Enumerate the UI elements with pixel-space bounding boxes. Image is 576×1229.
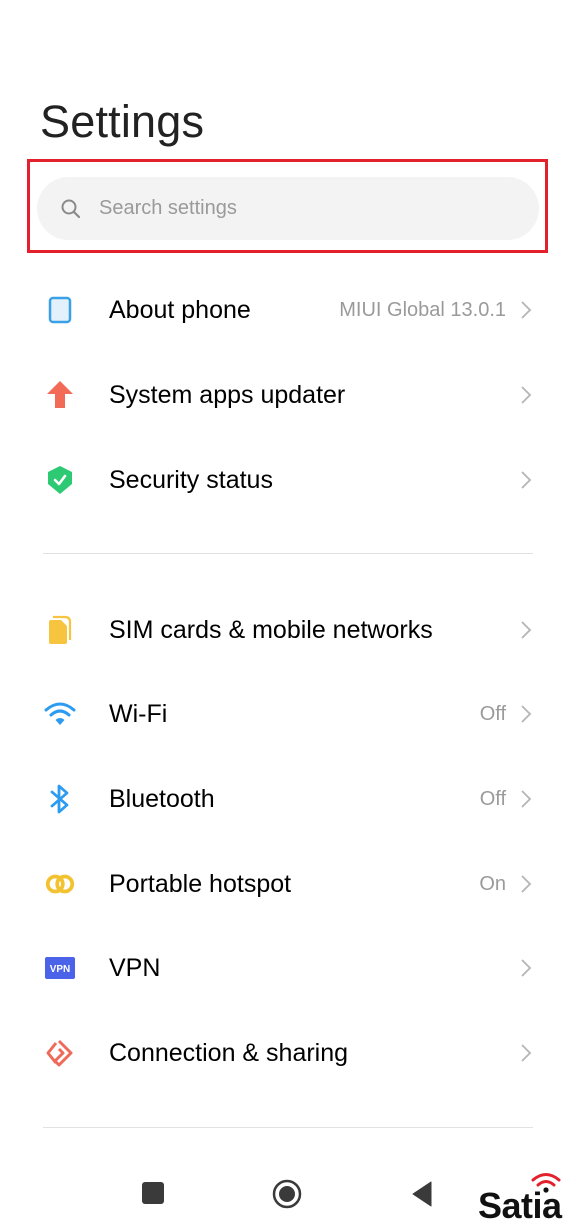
chevron-right-icon bbox=[521, 301, 532, 319]
watermark-logo: Satia bbox=[478, 1171, 574, 1227]
hotspot-link-icon bbox=[44, 868, 76, 900]
settings-item-bluetooth[interactable]: Bluetooth Off bbox=[0, 757, 576, 841]
settings-item-sim-cards[interactable]: SIM cards & mobile networks bbox=[0, 588, 576, 672]
section-divider bbox=[43, 553, 533, 554]
item-label: Security status bbox=[109, 465, 273, 494]
section-divider bbox=[43, 1127, 533, 1128]
search-icon bbox=[61, 199, 81, 218]
item-label: VPN bbox=[109, 953, 161, 982]
sim-card-icon bbox=[44, 614, 76, 646]
settings-item-wifi[interactable]: Wi-Fi Off bbox=[0, 672, 576, 756]
bluetooth-icon bbox=[44, 783, 76, 815]
item-label: System apps updater bbox=[109, 380, 346, 409]
watermark-text: Satia bbox=[478, 1185, 562, 1226]
item-value: MIUI Global 13.0.1 bbox=[339, 298, 506, 321]
chevron-right-icon bbox=[521, 705, 532, 723]
settings-item-system-apps-updater[interactable]: System apps updater bbox=[0, 353, 576, 437]
recents-icon[interactable] bbox=[142, 1182, 164, 1204]
chevron-right-icon bbox=[521, 959, 532, 977]
chevron-right-icon bbox=[521, 621, 532, 639]
page-title: Settings bbox=[40, 96, 205, 147]
chevron-right-icon bbox=[521, 790, 532, 808]
chevron-right-icon bbox=[521, 1044, 532, 1062]
item-label: Connection & sharing bbox=[109, 1038, 349, 1067]
item-label: Bluetooth bbox=[109, 784, 215, 813]
chevron-right-icon bbox=[521, 875, 532, 893]
item-value: Off bbox=[479, 787, 506, 810]
item-value: Off bbox=[479, 702, 506, 725]
item-label: Wi-Fi bbox=[109, 699, 168, 728]
phone-icon bbox=[44, 294, 76, 326]
connection-sharing-icon bbox=[44, 1037, 76, 1069]
wifi-icon bbox=[44, 698, 76, 730]
chevron-right-icon bbox=[521, 471, 532, 489]
shield-check-icon bbox=[44, 464, 76, 496]
settings-item-connection-sharing[interactable]: Connection & sharing bbox=[0, 1011, 576, 1095]
settings-item-portable-hotspot[interactable]: Portable hotspot On bbox=[0, 842, 576, 926]
item-value: On bbox=[479, 872, 506, 895]
svg-text:VPN: VPN bbox=[50, 964, 71, 975]
settings-item-vpn[interactable]: VPN VPN bbox=[0, 926, 576, 1010]
chevron-right-icon bbox=[521, 386, 532, 404]
search-input[interactable] bbox=[97, 196, 501, 221]
vpn-icon: VPN bbox=[44, 952, 76, 984]
home-icon[interactable] bbox=[272, 1179, 302, 1209]
back-icon[interactable] bbox=[411, 1181, 433, 1207]
settings-item-security-status[interactable]: Security status bbox=[0, 438, 576, 522]
item-label: Portable hotspot bbox=[109, 869, 292, 898]
search-bar[interactable] bbox=[37, 177, 539, 240]
settings-item-about-phone[interactable]: About phone MIUI Global 13.0.1 bbox=[0, 268, 576, 352]
item-label: About phone bbox=[109, 295, 251, 324]
arrow-up-icon bbox=[44, 379, 76, 411]
item-label: SIM cards & mobile networks bbox=[109, 615, 433, 644]
